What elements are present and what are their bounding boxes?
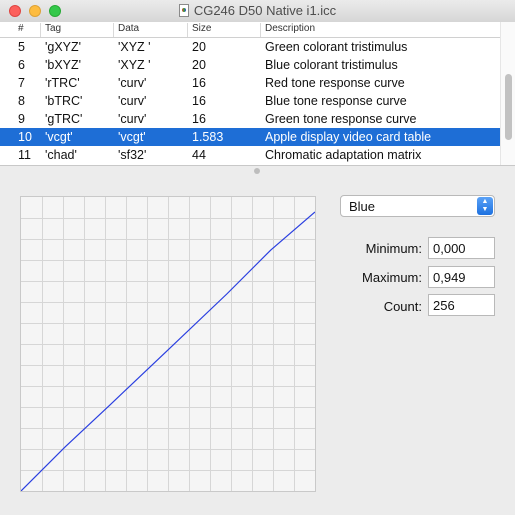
row-size: 20 [192, 40, 206, 54]
row-description: Red tone response curve [265, 76, 405, 90]
row-tag: 'gXYZ' [45, 40, 82, 54]
row-tag: 'rTRC' [45, 76, 80, 90]
window: CG246 D50 Native i1.icc # Tag Data Size … [0, 0, 515, 515]
row-data: 'curv' [118, 94, 147, 108]
minimum-label: Minimum: [365, 241, 422, 256]
row-size: 16 [192, 94, 206, 108]
row-data: 'sf32' [118, 148, 147, 162]
minimum-field[interactable]: 0,000 [428, 237, 495, 259]
window-title-group: CG246 D50 Native i1.icc [0, 3, 515, 18]
row-description: Green tone response curve [265, 112, 417, 126]
row-description: Apple display video card table [265, 130, 432, 144]
row-number: 7 [18, 76, 25, 90]
row-tag: 'gTRC' [45, 112, 83, 126]
row-tag: 'chad' [45, 148, 77, 162]
row-size: 16 [192, 112, 206, 126]
row-number: 9 [18, 112, 25, 126]
table-row[interactable]: 11 'chad' 'sf32' 44 Chromatic adaptation mat… [0, 146, 500, 164]
table-row[interactable]: 7 'rTRC' 'curv' 16 Red tone response curve [0, 74, 500, 92]
row-number: 10 [18, 130, 32, 144]
table-header: # Tag Data Size Description [0, 22, 500, 38]
title-bar[interactable]: CG246 D50 Native i1.icc [0, 0, 515, 23]
curve-graph [20, 196, 316, 492]
document-icon[interactable] [178, 4, 189, 17]
row-description: Green colorant tristimulus [265, 40, 408, 54]
row-tag: 'vcgt' [45, 130, 73, 144]
count-label: Count: [383, 299, 422, 314]
table-row[interactable]: 5 'gXYZ' 'XYZ ' 20 Green colorant tristimulu… [0, 38, 500, 56]
row-tag: 'bXYZ' [45, 58, 82, 72]
table-row[interactable]: 10 'vcgt' 'vcgt' 1.583 Apple display video c… [0, 128, 500, 146]
channel-select[interactable]: Blue ▲ ▼ [340, 195, 495, 217]
row-number: 11 [18, 148, 31, 162]
count-field[interactable]: 256 [428, 294, 495, 316]
curve-plot [21, 197, 315, 491]
row-data: 'curv' [118, 112, 147, 126]
scrollbar-thumb[interactable] [505, 74, 512, 140]
column-header-description[interactable]: Description [260, 23, 501, 37]
table-scrollbar[interactable] [500, 22, 515, 165]
row-number: 8 [18, 94, 25, 108]
column-header-tag[interactable]: Tag [40, 23, 117, 37]
row-number: 5 [18, 40, 25, 54]
column-header-size[interactable]: Size [187, 23, 262, 37]
row-size: 1.583 [192, 130, 224, 144]
row-tag: 'bTRC' [45, 94, 83, 108]
row-data: 'XYZ ' [118, 58, 151, 72]
row-size: 20 [192, 58, 206, 72]
row-data: 'curv' [118, 76, 147, 90]
row-description: Blue colorant tristimulus [265, 58, 398, 72]
row-description: Blue tone response curve [265, 94, 407, 108]
table-row[interactable]: 8 'bTRC' 'curv' 16 Blue tone response curve [0, 92, 500, 110]
channel-select-value: Blue [349, 199, 376, 214]
maximum-label: Maximum: [362, 270, 422, 285]
row-size: 16 [192, 76, 206, 90]
column-header-data[interactable]: Data [113, 23, 190, 37]
row-description: Chromatic adaptation matrix [265, 148, 422, 162]
row-number: 6 [18, 58, 25, 72]
table-body: 5 'gXYZ' 'XYZ ' 20 Green colorant tristimulu… [0, 38, 500, 164]
table-row[interactable]: 9 'gTRC' 'curv' 16 Green tone response curve [0, 110, 500, 128]
table-row[interactable]: 6 'bXYZ' 'XYZ ' 20 Blue colorant tristimulus [0, 56, 500, 74]
row-size: 44 [192, 148, 206, 162]
row-data: 'XYZ ' [118, 40, 151, 54]
row-data: 'vcgt' [118, 130, 146, 144]
chevron-updown-icon: ▲ ▼ [477, 197, 493, 215]
window-title: CG246 D50 Native i1.icc [193, 3, 337, 18]
maximum-field[interactable]: 0,949 [428, 266, 495, 288]
split-view-handle[interactable] [254, 168, 260, 174]
tag-table[interactable]: # Tag Data Size Description 5 'gXYZ' 'XYZ … [0, 22, 515, 166]
